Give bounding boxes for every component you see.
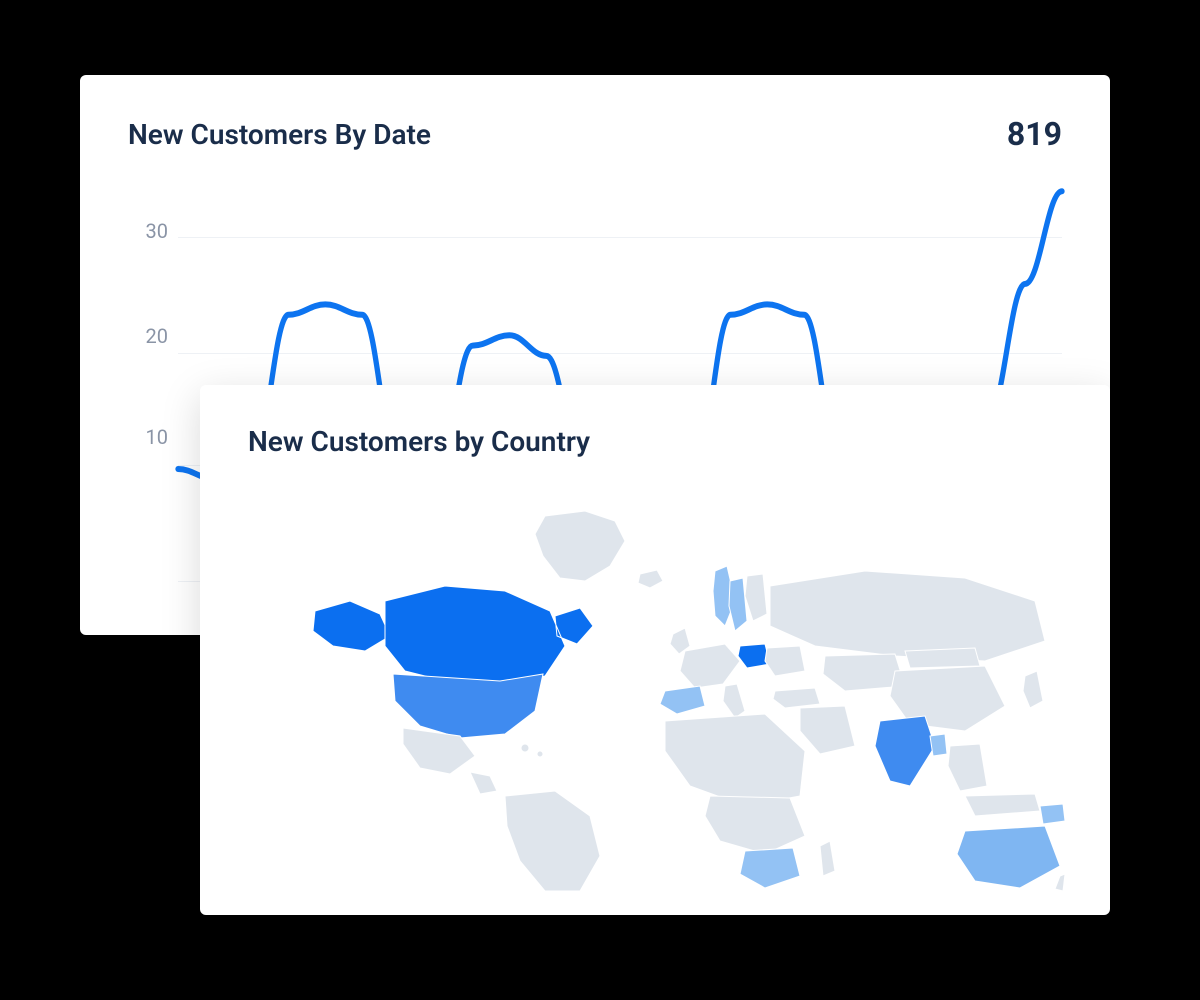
country-madagascar bbox=[820, 841, 835, 876]
chart-total-value: 819 bbox=[1007, 115, 1062, 153]
country-alaska bbox=[313, 601, 390, 651]
country-eastern-europe bbox=[765, 646, 805, 676]
country-uk bbox=[670, 628, 690, 654]
country-japan bbox=[1023, 671, 1043, 708]
country-caribbean bbox=[537, 751, 543, 757]
country-spain bbox=[660, 686, 705, 714]
country-poland bbox=[738, 644, 770, 668]
world-map bbox=[248, 486, 1062, 906]
country-south-africa bbox=[740, 848, 800, 888]
y-tick: 10 bbox=[146, 425, 168, 449]
country-sweden bbox=[729, 578, 747, 631]
country-turkey bbox=[773, 688, 820, 708]
country-southeast-asia bbox=[948, 744, 987, 791]
y-tick: 30 bbox=[146, 219, 168, 243]
country-western-europe bbox=[680, 644, 740, 688]
country-indonesia bbox=[965, 794, 1040, 816]
country-canada bbox=[385, 586, 593, 684]
country-central-africa bbox=[705, 796, 805, 854]
y-axis: 30 20 10 bbox=[128, 181, 178, 541]
country-mongolia bbox=[905, 648, 980, 668]
country-north-africa bbox=[665, 714, 805, 806]
world-map-svg bbox=[245, 496, 1065, 896]
country-central-america bbox=[470, 772, 497, 794]
country-south-america bbox=[505, 791, 600, 891]
country-united-states bbox=[393, 674, 543, 738]
country-bangladesh bbox=[930, 734, 947, 756]
country-middle-east bbox=[800, 706, 855, 754]
country-papua-new-guinea bbox=[1040, 804, 1065, 824]
country-new-zealand bbox=[1055, 874, 1065, 891]
y-tick: 20 bbox=[146, 324, 168, 348]
card-new-customers-by-country: New Customers by Country bbox=[200, 385, 1110, 915]
chart-title: New Customers By Date bbox=[128, 118, 431, 151]
card-header: New Customers by Country bbox=[248, 425, 1062, 458]
chart-title: New Customers by Country bbox=[248, 425, 590, 458]
country-australia bbox=[957, 826, 1060, 888]
country-iceland bbox=[638, 570, 663, 588]
country-india bbox=[875, 716, 935, 786]
country-greenland bbox=[535, 511, 625, 581]
country-russia bbox=[770, 571, 1045, 661]
country-caribbean bbox=[521, 744, 529, 752]
country-italy bbox=[723, 684, 745, 718]
card-header: New Customers By Date 819 bbox=[128, 115, 1062, 153]
country-finland bbox=[745, 574, 767, 621]
